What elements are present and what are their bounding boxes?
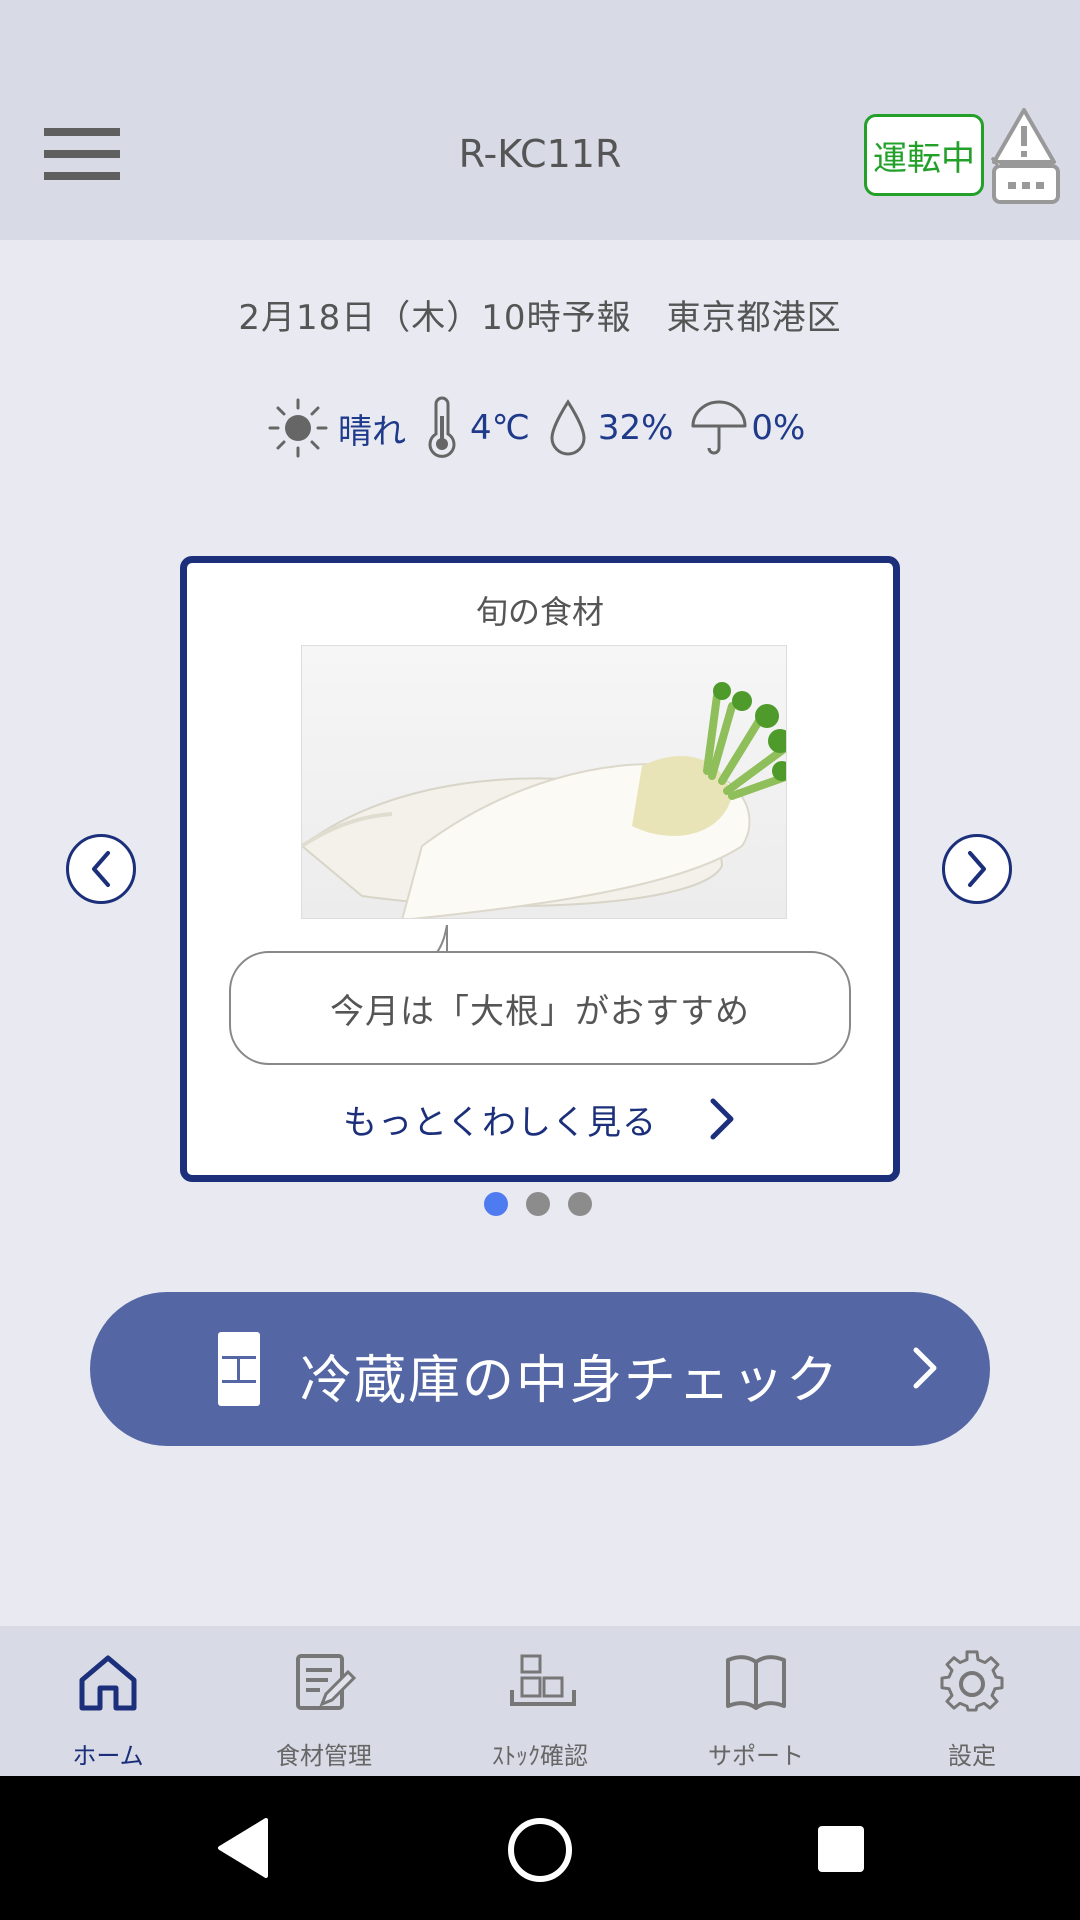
weather-summary: 晴れ 4℃ 32% 0% xyxy=(266,396,821,460)
tab-support[interactable]: サポート xyxy=(648,1626,864,1776)
precipitation-value: 0% xyxy=(751,408,806,448)
droplet-icon xyxy=(546,396,590,460)
chevron-right-icon xyxy=(710,1098,734,1140)
carousel-prev-button[interactable] xyxy=(66,834,136,904)
tab-food-management-label: 食材管理 xyxy=(276,1742,372,1770)
weather-condition: 晴れ xyxy=(338,411,406,452)
tab-settings-label: 設定 xyxy=(948,1742,996,1770)
recommendation-bubble: 今月は「大根」がおすすめ xyxy=(229,951,851,1065)
tab-home-label: ホーム xyxy=(72,1742,144,1770)
daikon-radish-photo xyxy=(301,645,787,919)
book-icon xyxy=(726,1655,786,1710)
tab-home[interactable]: ホーム xyxy=(0,1626,216,1776)
more-details-label: もっとくわしく見る xyxy=(343,1102,657,1143)
pagination-dot[interactable] xyxy=(568,1192,592,1216)
humidity-value: 32% xyxy=(597,408,674,448)
chevron-right-icon xyxy=(913,1347,937,1389)
sun-icon xyxy=(266,396,330,460)
umbrella-icon xyxy=(689,396,749,460)
system-navigation-bar xyxy=(0,1776,1080,1920)
warning-message-icon[interactable] xyxy=(984,104,1064,206)
pagination-dot[interactable] xyxy=(526,1192,550,1216)
tab-support-label: サポート xyxy=(708,1742,804,1770)
recent-apps-icon[interactable] xyxy=(818,1826,864,1872)
carousel-pagination xyxy=(484,1192,610,1216)
stock-icon xyxy=(510,1654,576,1706)
forecast-line: 2月18日（木）10時予報 東京都港区 xyxy=(238,298,842,338)
fridge-check-label: 冷蔵庫の中身チェック xyxy=(300,1351,841,1411)
temperature-value: 4℃ xyxy=(470,408,530,448)
tab-stock-check-label: ｽﾄｯｸ確認 xyxy=(492,1742,588,1770)
status-badge[interactable]: 運転中 xyxy=(864,114,984,196)
tab-food-management[interactable]: 食材管理 xyxy=(216,1626,432,1776)
card-title: 旬の食材 xyxy=(475,593,604,631)
tab-settings[interactable]: 設定 xyxy=(864,1626,1080,1776)
fridge-contents-check-button[interactable]: 冷蔵庫の中身チェック xyxy=(90,1292,990,1446)
back-icon[interactable] xyxy=(214,1816,270,1880)
edit-list-icon xyxy=(296,1654,356,1710)
thermometer-icon xyxy=(422,396,462,460)
more-details-link[interactable]: もっとくわしく見る xyxy=(187,1089,893,1149)
pagination-dot[interactable] xyxy=(484,1192,508,1216)
home-button-icon[interactable] xyxy=(506,1816,574,1884)
bottom-tab-bar: ホーム 食材管理 ｽﾄｯｸ確認 サポート 設定 xyxy=(0,1626,1080,1776)
app-header: R-KC11R 運転中 xyxy=(0,0,1080,240)
gear-icon xyxy=(940,1650,1004,1712)
home-icon xyxy=(79,1655,137,1711)
tab-stock-check[interactable]: ｽﾄｯｸ確認 xyxy=(432,1626,648,1776)
chevron-right-icon xyxy=(968,851,986,887)
fridge-icon xyxy=(218,1332,260,1406)
seasonal-food-card[interactable]: 旬の食材 今月は「大根」がおすすめ もっとくわしく見る xyxy=(180,556,900,1182)
chevron-left-icon xyxy=(92,851,110,887)
carousel-next-button[interactable] xyxy=(942,834,1012,904)
